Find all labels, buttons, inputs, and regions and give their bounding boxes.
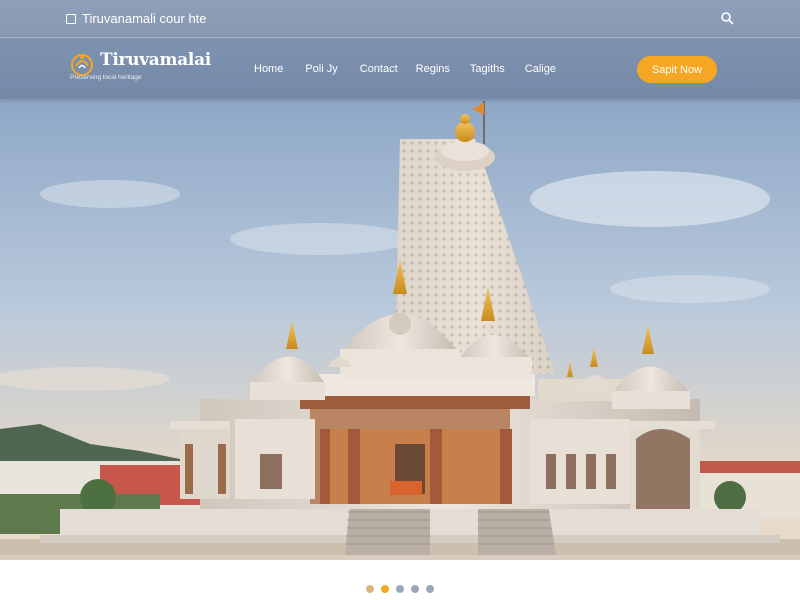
top-utility-bar: Tiruvanamali cour hte	[0, 0, 800, 37]
nav-item-contact[interactable]: Contact	[360, 63, 398, 75]
hero-banner	[0, 99, 800, 560]
carousel-dot-1[interactable]	[366, 585, 374, 593]
search-icon[interactable]	[720, 11, 734, 25]
carousel-dot-5[interactable]	[426, 585, 434, 593]
carousel-dot-4[interactable]	[411, 585, 419, 593]
site-title-text: Tiruvanamali cour hte	[82, 11, 207, 26]
carousel-dot-2[interactable]	[381, 585, 389, 593]
hero-temple-image	[0, 99, 800, 560]
site-title[interactable]: Tiruvanamali cour hte	[66, 11, 207, 26]
nav-item-tagiths[interactable]: Tagiths	[470, 63, 505, 75]
nav-item-poli-jy[interactable]: Poli Jy	[305, 63, 337, 75]
carousel-dots	[366, 585, 434, 593]
nav-menu: Home Poli Jy Contact Regins Tagiths Cali…	[254, 63, 556, 75]
nav-item-calige[interactable]: Calige	[525, 63, 556, 75]
nav-item-home[interactable]: Home	[254, 63, 283, 75]
carousel-dot-3[interactable]	[396, 585, 404, 593]
site-logo[interactable]: Tiruvamalai Preserving local heritage	[68, 50, 211, 81]
site-icon	[66, 13, 76, 24]
logo-name: Tiruvamalai	[100, 50, 211, 70]
logo-tagline: Preserving local heritage	[70, 74, 142, 81]
main-navigation: Tiruvamalai Preserving local heritage Ho…	[0, 37, 800, 99]
cta-button[interactable]: Sapit Now	[637, 56, 717, 83]
nav-item-regins[interactable]: Regins	[416, 63, 450, 75]
